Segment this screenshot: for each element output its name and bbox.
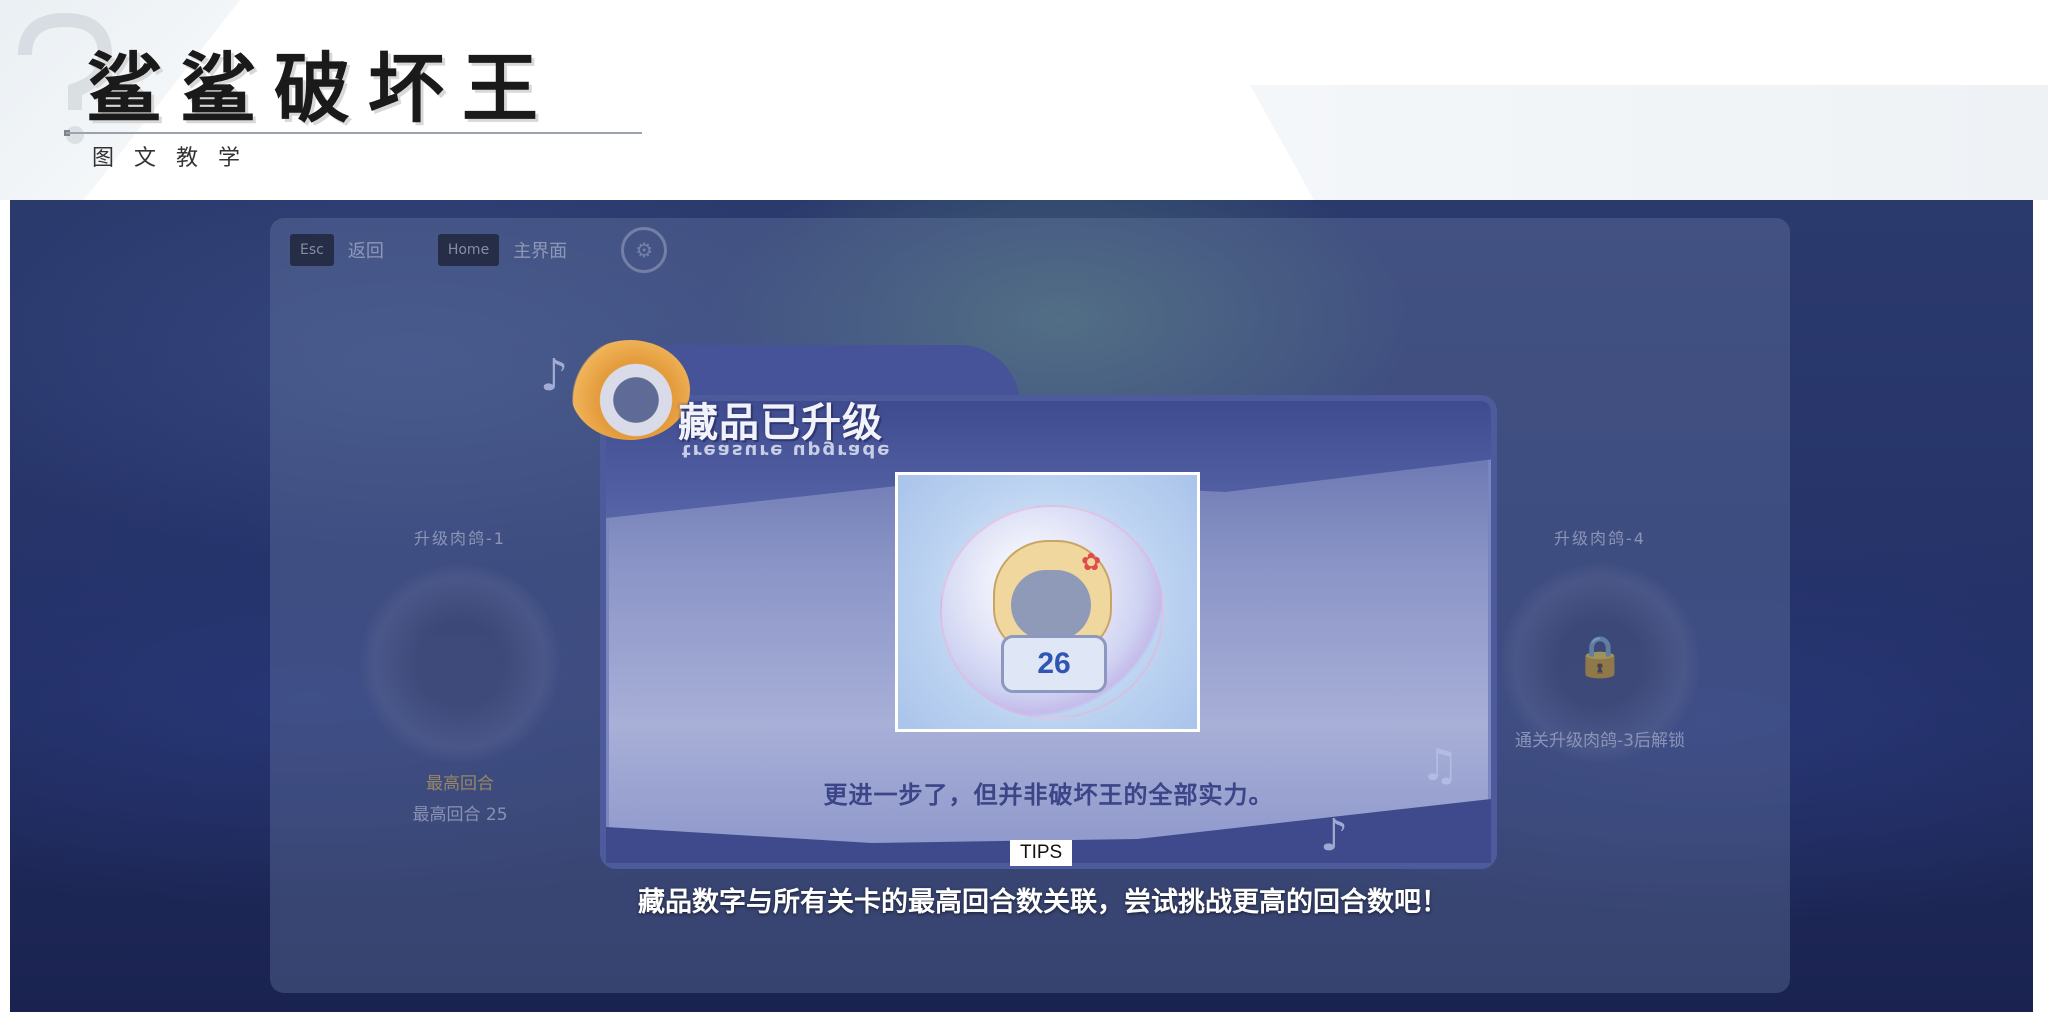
top-bar: Esc 返回 Home 主界面 ⚙ (290, 225, 668, 275)
flower-icon: ✿ (1081, 548, 1102, 576)
level-card-lock-text: 通关升级肉鸽-3后解锁 (1515, 731, 1685, 751)
title-underline (66, 132, 642, 134)
tips-text: 藏品数字与所有关卡的最高回合数关联，尝试挑战更高的回合数吧！ (638, 887, 1448, 918)
shark-figure-icon: ✿ 26 (993, 540, 1112, 693)
popup-description: 更进一步了，但并非破坏王的全部实力。 (823, 781, 1274, 809)
page-subtitle: 图文教学 (92, 146, 261, 171)
home-key-hint[interactable]: Home (437, 234, 500, 266)
level-card-4[interactable]: 升级肉鸽-4 🔒 通关升级肉鸽-3后解锁 (1480, 525, 1720, 841)
back-label[interactable]: 返回 (348, 237, 384, 263)
shark-face-icon (1011, 570, 1091, 640)
gear-icon[interactable]: ⚙ (621, 227, 668, 273)
level-card-1[interactable]: 升级肉鸽-1 最高回合 最高回合 25 (340, 525, 580, 825)
tips-label: TIPS (1010, 840, 1073, 866)
esc-key-hint[interactable]: Esc (290, 234, 334, 266)
treasure-number-badge: 26 (1001, 635, 1107, 693)
shark-mascot-icon (570, 340, 690, 440)
music-note-icon: ♪ (1320, 810, 1349, 861)
level-card-portrait (360, 563, 560, 763)
level-card-title: 升级肉鸽-4 (1554, 529, 1646, 548)
level-card-best-round: 最高回合 25 (412, 805, 508, 825)
music-note-icon: ♪ (540, 350, 569, 401)
treasure-item-frame: ✿ 26 (895, 472, 1200, 732)
lock-icon: 🔒 (1575, 634, 1625, 680)
level-card-title: 升级肉鸽-1 (414, 529, 506, 548)
page-title: 鲨鲨破坏王 (86, 44, 556, 133)
tutorial-header: 鲨鲨破坏王 图文教学 (0, 0, 2048, 200)
home-label[interactable]: 主界面 (513, 237, 567, 263)
header-decor-right (1250, 85, 2048, 200)
popup-subtitle: treasure upgrade (682, 440, 892, 461)
level-card-tag: 最高回合 (426, 774, 494, 794)
game-screen: Esc 返回 Home 主界面 ⚙ 升级肉鸽-1 最高回合 最高回合 25 升级… (10, 200, 2033, 1012)
